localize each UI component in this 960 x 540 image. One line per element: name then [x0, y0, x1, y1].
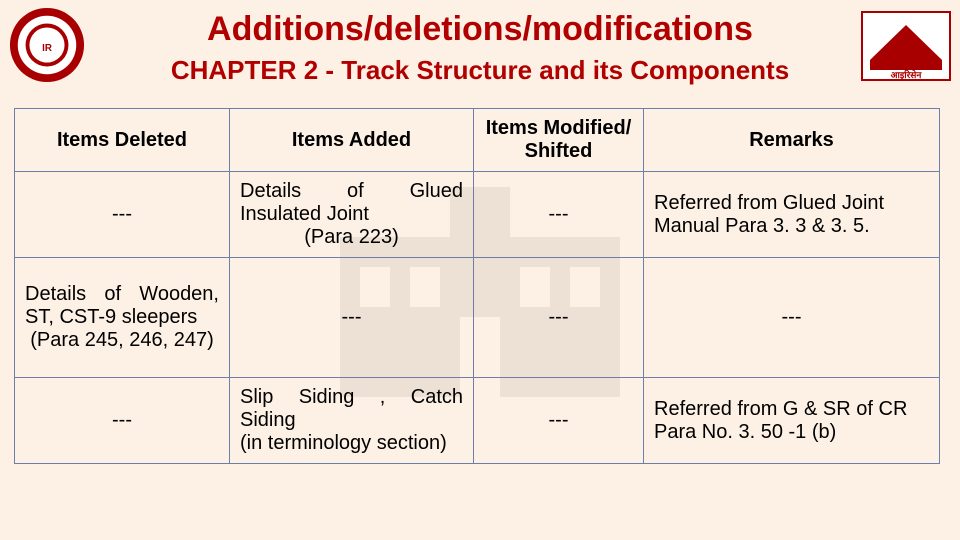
changes-table: Items Deleted Items Added Items Modified…: [14, 108, 940, 464]
cell-remarks: Referred from Glued Joint Manual Para 3.…: [644, 172, 940, 258]
cell-remarks: ---: [644, 258, 940, 378]
cell-modified: ---: [474, 258, 644, 378]
cell-deleted: Details of Wooden, ST, CST-9 sleepers (P…: [15, 258, 230, 378]
cell-deleted-main: Details of Wooden, ST, CST-9 sleepers: [25, 283, 219, 328]
indian-railways-logo-icon: IR: [8, 6, 86, 84]
table-header-row: Items Deleted Items Added Items Modified…: [15, 109, 940, 172]
cell-modified: ---: [474, 378, 644, 464]
cell-added-para: (Para 223): [240, 226, 463, 249]
cell-added: ---: [230, 258, 474, 378]
col-header-deleted: Items Deleted: [15, 109, 230, 172]
cell-remarks: Referred from G & SR of CR Para No. 3. 5…: [644, 378, 940, 464]
col-header-remarks: Remarks: [644, 109, 940, 172]
cell-deleted: ---: [15, 172, 230, 258]
page-title: Additions/deletions/modifications: [0, 0, 960, 49]
cell-added: Details of Glued Insulated Joint (Para 2…: [230, 172, 474, 258]
chapter-subtitle: CHAPTER 2 - Track Structure and its Comp…: [0, 55, 960, 86]
cell-deleted-para: (Para 245, 246, 247): [25, 329, 219, 352]
col-header-added: Items Added: [230, 109, 474, 172]
table-row: --- Slip Siding , Catch Siding (in termi…: [15, 378, 940, 464]
table-row: --- Details of Glued Insulated Joint (Pa…: [15, 172, 940, 258]
iricen-logo-icon: आइरिसेन: [860, 10, 952, 82]
cell-deleted: ---: [15, 378, 230, 464]
svg-text:आइरिसेन: आइरिसेन: [891, 69, 923, 80]
cell-modified: ---: [474, 172, 644, 258]
cell-added: Slip Siding , Catch Siding (in terminolo…: [230, 378, 474, 464]
table-row: Details of Wooden, ST, CST-9 sleepers (P…: [15, 258, 940, 378]
svg-text:IR: IR: [42, 43, 52, 54]
cell-added-main: Details of Glued Insulated Joint: [240, 180, 463, 225]
col-header-modified: Items Modified/ Shifted: [474, 109, 644, 172]
